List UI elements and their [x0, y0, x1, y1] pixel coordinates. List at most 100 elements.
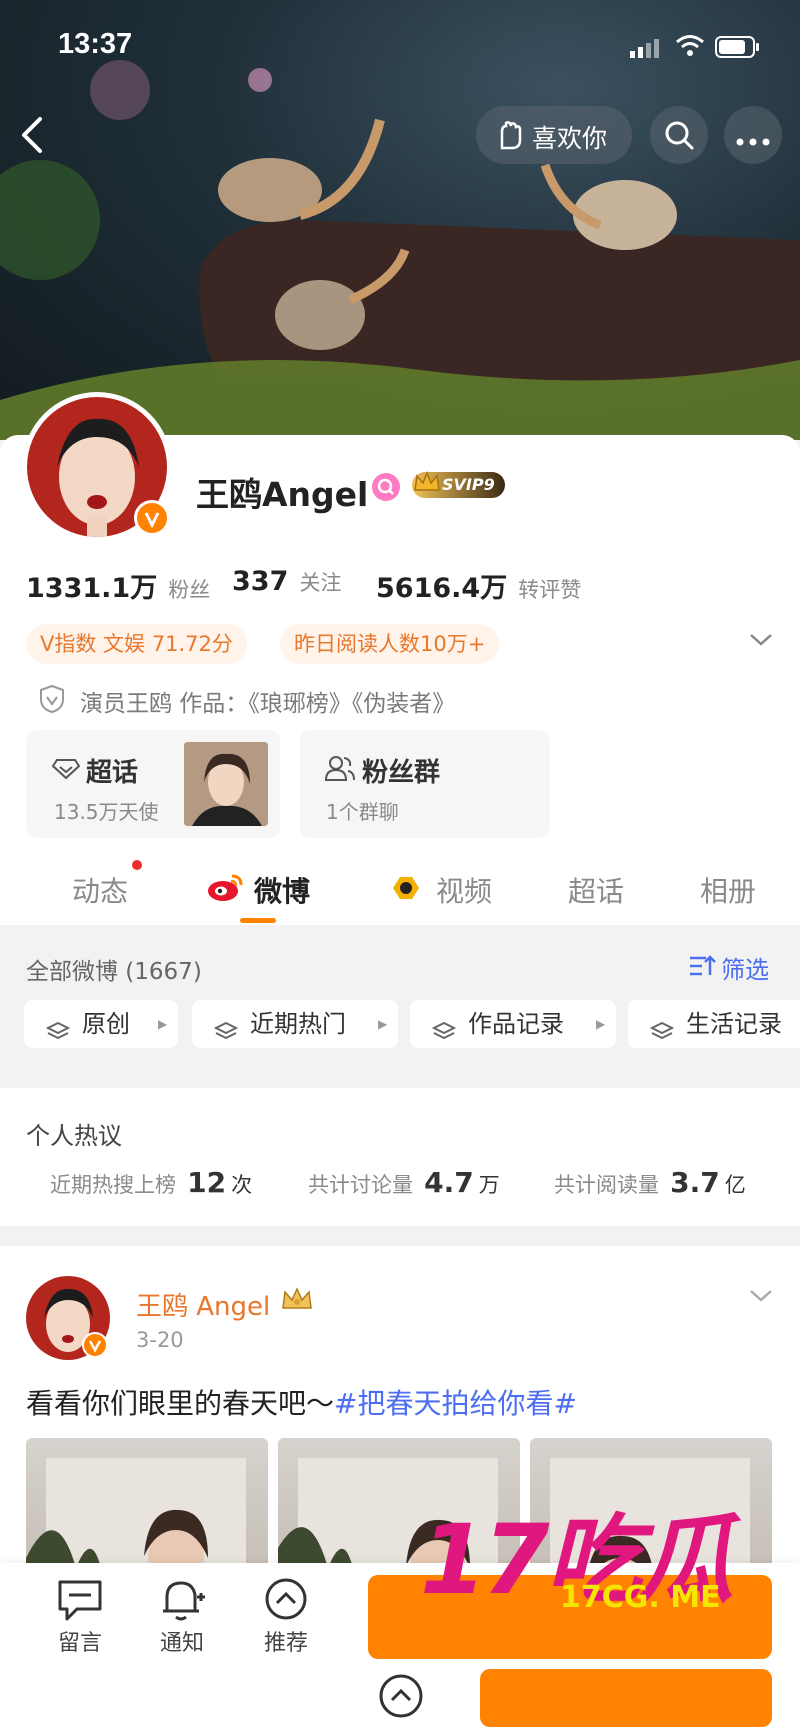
- like-button[interactable]: 喜欢你: [476, 106, 632, 164]
- search-button[interactable]: [650, 106, 708, 164]
- video-icon: [390, 874, 422, 906]
- super-topic-title: 超话: [86, 758, 139, 788]
- chevron-up-circle-icon: [246, 1577, 326, 1625]
- hot-discussion-unit: 万: [478, 1173, 500, 1197]
- bell-plus-icon: [142, 1577, 222, 1625]
- stat-following-label: 关注: [299, 571, 342, 595]
- tab-album[interactable]: 相册: [700, 870, 756, 910]
- hot-reads-unit: 亿: [724, 1173, 746, 1197]
- hot-trending-unit: 次: [231, 1173, 253, 1197]
- watermark-logo: 17吃瓜 17CG. ME: [420, 1488, 790, 1618]
- filter-label: 筛选: [721, 956, 770, 984]
- battery-icon: [715, 36, 761, 62]
- verified-badge-icon: [134, 500, 170, 536]
- hot-trending-label: 近期热搜上榜: [50, 1173, 176, 1197]
- post-menu-chevron-icon[interactable]: [748, 1288, 774, 1308]
- stat-following[interactable]: 337 关注: [232, 566, 341, 597]
- chip-arrow-icon: ▶: [596, 1017, 606, 1031]
- search-icon: [664, 120, 694, 154]
- post-text-plain: 看看你们眼里的春天吧～: [26, 1387, 335, 1420]
- stat-fans[interactable]: 1331.1万 粉丝: [26, 566, 210, 605]
- status-bar: 13:37: [0, 0, 800, 90]
- tab-super-topic[interactable]: 超话: [568, 870, 624, 910]
- back-button[interactable]: [18, 115, 48, 159]
- post-date: 3-20: [136, 1328, 184, 1352]
- weibo-logo-icon: [206, 872, 244, 906]
- stat-interactions-label: 转评赞: [518, 578, 582, 602]
- chip-life-label: 生活记录: [686, 1010, 782, 1038]
- chip-recent-hot[interactable]: 近期热门 ▶: [192, 1000, 398, 1048]
- more-button[interactable]: [724, 106, 782, 164]
- layers-icon: [45, 1012, 71, 1060]
- hot-discussion-card: 个人热议 近期热搜上榜 12 次 共计讨论量 4.7 万 共计阅读量 3.7 亿: [0, 1088, 800, 1226]
- group-icon: [324, 754, 356, 786]
- chip-arrow-icon: ▶: [378, 1017, 388, 1031]
- chip-original-label: 原创: [82, 1010, 130, 1038]
- super-topic-sub: 13.5万天使: [54, 800, 159, 824]
- shield-icon: [38, 684, 66, 718]
- wifi-icon: [675, 34, 705, 62]
- all-weibo-count: 全部微博 (1667): [26, 959, 202, 985]
- svip-badge[interactable]: SVIP9: [412, 470, 505, 498]
- bottom-recommend[interactable]: 推荐: [246, 1577, 326, 1657]
- chip-original[interactable]: 原创 ▶: [24, 1000, 178, 1048]
- post-hashtag[interactable]: #把春天拍给你看#: [334, 1387, 577, 1420]
- layers-icon: [649, 1012, 675, 1060]
- post-crown-icon: [280, 1284, 314, 1318]
- v-index-tag[interactable]: V指数 文娱 71.72分: [26, 624, 247, 664]
- profile-name: 王鸥Angel: [196, 475, 369, 514]
- fan-group-title: 粉丝群: [362, 758, 441, 788]
- post-verified-icon: [82, 1332, 108, 1358]
- super-topic-card[interactable]: 超话 13.5万天使: [26, 730, 280, 838]
- stats-row: 1331.1万 粉丝 337 关注 5616.4万 转评赞: [26, 566, 786, 606]
- watermark-small: 17CG. ME: [560, 1580, 721, 1615]
- chip-recent-hot-label: 近期热门: [250, 1010, 346, 1038]
- hot-item-trending: 近期热搜上榜 12 次: [50, 1166, 252, 1199]
- tab-feed[interactable]: 动态: [72, 870, 128, 910]
- stat-interactions-value: 5616.4万: [376, 573, 508, 604]
- status-time: 13:37: [58, 28, 133, 60]
- bottom-comment-label: 留言: [57, 1631, 102, 1656]
- signal-icon: [630, 38, 666, 62]
- bottom-comment[interactable]: 留言: [40, 1577, 120, 1657]
- fan-group-sub: 1个群聊: [326, 800, 399, 824]
- expand-chevron-icon[interactable]: [748, 632, 774, 652]
- tab-weibo[interactable]: 微博: [254, 870, 310, 910]
- stat-following-value: 337: [232, 566, 289, 597]
- chip-works[interactable]: 作品记录 ▶: [410, 1000, 616, 1048]
- reading-tag[interactable]: 昨日阅读人数10万+: [280, 624, 500, 664]
- chip-life[interactable]: 生活记录: [628, 1000, 800, 1048]
- verify-text: 演员王鸥 作品：《琅琊榜》《伪装者》: [80, 691, 456, 717]
- filter-icon: [688, 953, 716, 983]
- chip-arrow-icon: ▶: [158, 1017, 168, 1031]
- chip-works-label: 作品记录: [468, 1010, 564, 1038]
- layers-icon: [431, 1012, 457, 1060]
- post-author[interactable]: 王鸥 Angel: [136, 1286, 270, 1323]
- like-label: 喜欢你: [532, 124, 608, 153]
- layers-icon: [213, 1012, 239, 1060]
- tab-weibo-underline: [240, 918, 276, 923]
- fan-group-card[interactable]: 粉丝群 1个群聊: [300, 730, 550, 838]
- diamond-icon: [51, 758, 81, 784]
- crown-icon: [412, 468, 442, 506]
- search-badge-icon: [372, 473, 400, 501]
- stat-fans-value: 1331.1万: [26, 573, 158, 604]
- hot-discussion-value: 4.7: [424, 1166, 474, 1199]
- tab-video[interactable]: 视频: [436, 870, 492, 910]
- scroll-top-icon[interactable]: [378, 1673, 424, 1723]
- bottom-secondary-button[interactable]: [480, 1669, 772, 1727]
- bottom-recommend-label: 推荐: [263, 1631, 308, 1656]
- post-text: 看看你们眼里的春天吧～#把春天拍给你看#: [26, 1382, 577, 1422]
- svip-label: SVIP9: [442, 475, 495, 494]
- hot-trending-value: 12: [187, 1166, 227, 1199]
- hot-title: 个人热议: [26, 1122, 122, 1150]
- hot-item-discussion: 共计讨论量 4.7 万: [308, 1166, 500, 1199]
- bottom-notify[interactable]: 通知: [142, 1577, 222, 1657]
- avatar[interactable]: [22, 392, 172, 542]
- bottom-notify-label: 通知: [159, 1631, 204, 1656]
- stat-fans-label: 粉丝: [168, 578, 211, 602]
- filter-button[interactable]: 筛选: [688, 950, 769, 985]
- stat-interactions[interactable]: 5616.4万 转评赞: [376, 566, 581, 605]
- hot-reads-label: 共计阅读量: [554, 1173, 659, 1197]
- hot-item-reads: 共计阅读量 3.7 亿: [554, 1166, 746, 1199]
